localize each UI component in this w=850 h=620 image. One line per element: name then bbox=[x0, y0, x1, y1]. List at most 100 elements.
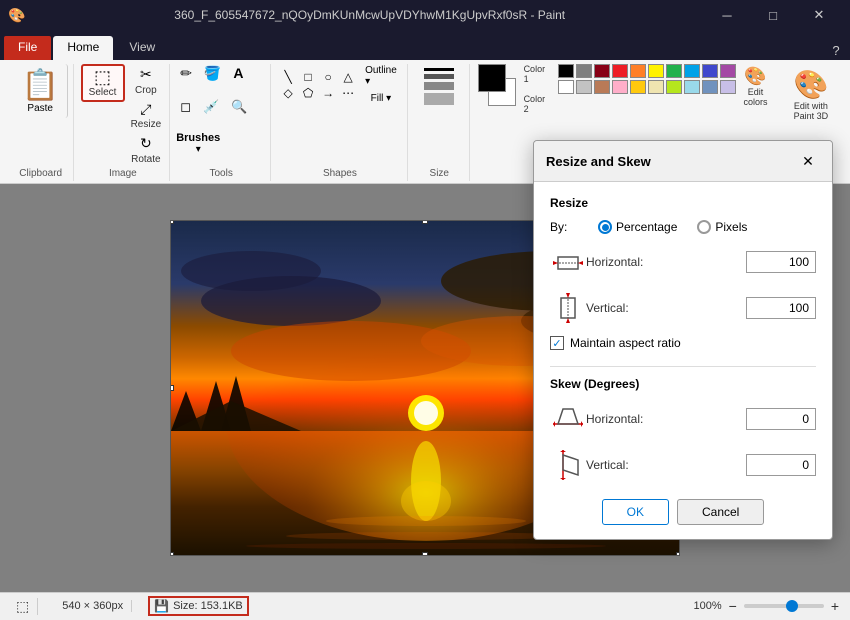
resize-horizontal-row: Horizontal: bbox=[550, 244, 816, 280]
color-swatch[interactable] bbox=[720, 64, 736, 78]
color-swatch[interactable] bbox=[684, 80, 700, 94]
color-swatch[interactable] bbox=[648, 64, 664, 78]
color-swatch[interactable] bbox=[558, 64, 574, 78]
skew-v-input[interactable] bbox=[746, 454, 816, 476]
color1-box[interactable] bbox=[478, 64, 506, 92]
color-swatch[interactable] bbox=[720, 80, 736, 94]
image-items: ⬚ Select ✂ Crop ⤢ Resize ↻ Rotate bbox=[81, 64, 166, 166]
close-button[interactable]: ✕ bbox=[796, 0, 842, 30]
color-swatch[interactable] bbox=[612, 64, 628, 78]
percentage-radio[interactable]: Percentage bbox=[598, 220, 677, 234]
window-controls: ─ □ ✕ bbox=[704, 0, 842, 30]
shape-arrow[interactable]: → bbox=[319, 86, 337, 100]
eraser-button[interactable]: ◻ bbox=[176, 98, 195, 116]
shape-pentagon[interactable]: ⬠ bbox=[299, 86, 317, 100]
color-swatch[interactable] bbox=[576, 80, 592, 94]
resize-button[interactable]: ⤢ Resize bbox=[127, 99, 166, 132]
resize-section-label: Resize bbox=[550, 196, 816, 210]
tab-file[interactable]: File bbox=[4, 36, 51, 60]
color-swatch[interactable] bbox=[630, 64, 646, 78]
maintain-aspect-checkbox[interactable] bbox=[550, 336, 564, 350]
size-2[interactable] bbox=[424, 74, 454, 79]
skew-v-label: Vertical: bbox=[586, 458, 746, 472]
swatches-row-2 bbox=[558, 80, 736, 94]
tab-home[interactable]: Home bbox=[53, 36, 113, 60]
edit-colors-icon: 🎨 bbox=[744, 66, 766, 87]
color-swatch[interactable] bbox=[558, 80, 574, 94]
help-button[interactable]: ? bbox=[826, 40, 846, 60]
eraser-icon: ◻ bbox=[180, 99, 191, 115]
resize-h-icon bbox=[553, 247, 583, 277]
shape-diamond[interactable]: ◇ bbox=[279, 86, 297, 100]
shapes-group-label: Shapes bbox=[323, 168, 357, 181]
status-size-label: Size: 153.1KB bbox=[173, 600, 243, 612]
zoom-slider[interactable] bbox=[744, 604, 824, 608]
shapes-items: ╲ □ ○ △ ◇ ⬠ → ⋯ Outline ▾ Fill ▾ bbox=[279, 64, 401, 166]
percentage-radio-circle[interactable] bbox=[598, 220, 612, 234]
skew-h-input[interactable] bbox=[746, 408, 816, 430]
ok-button[interactable]: OK bbox=[602, 499, 669, 525]
shape-triangle[interactable]: △ bbox=[339, 70, 357, 84]
shape-rect[interactable]: □ bbox=[299, 70, 317, 84]
shape-ellipse[interactable]: ○ bbox=[319, 70, 337, 84]
rotate-button[interactable]: ↻ Rotate bbox=[127, 133, 166, 166]
resize-icon: ⤢ bbox=[140, 100, 151, 120]
cancel-button[interactable]: Cancel bbox=[677, 499, 764, 525]
color-swatch[interactable] bbox=[648, 80, 664, 94]
dialog-close-button[interactable]: ✕ bbox=[796, 149, 820, 173]
color-swatch[interactable] bbox=[630, 80, 646, 94]
resize-vertical-row: Vertical: bbox=[550, 290, 816, 326]
shape-line[interactable]: ╲ bbox=[279, 70, 297, 84]
minimize-button[interactable]: ─ bbox=[704, 0, 750, 30]
resize-v-icon bbox=[553, 293, 583, 323]
color-swatch[interactable] bbox=[702, 64, 718, 78]
fill-button[interactable]: 🪣 bbox=[200, 64, 225, 83]
brushes-label: Brushes bbox=[176, 132, 220, 144]
size-1[interactable] bbox=[424, 68, 454, 71]
handle-bot-right[interactable] bbox=[676, 552, 680, 556]
handle-top-left[interactable] bbox=[170, 220, 174, 224]
color-swatch[interactable] bbox=[594, 64, 610, 78]
maximize-button[interactable]: □ bbox=[750, 0, 796, 30]
outline-label: Outline ▾ bbox=[365, 65, 397, 87]
handle-bot-left[interactable] bbox=[170, 552, 174, 556]
magnifier-icon: 🔍 bbox=[231, 99, 247, 115]
handle-top-mid[interactable] bbox=[422, 220, 428, 224]
color-swatch[interactable] bbox=[594, 80, 610, 94]
color-swatch[interactable] bbox=[666, 64, 682, 78]
pixels-radio[interactable]: Pixels bbox=[697, 220, 747, 234]
zoom-out-button[interactable]: − bbox=[726, 598, 740, 614]
paste-button[interactable]: 📋 Paste bbox=[14, 64, 68, 118]
tab-view[interactable]: View bbox=[115, 36, 169, 60]
fill-shape-button[interactable]: Fill ▾ bbox=[361, 92, 401, 105]
edit-colors-button[interactable]: 🎨 Edit colors bbox=[740, 64, 772, 109]
color-swatch[interactable] bbox=[684, 64, 700, 78]
shape-more[interactable]: ⋯ bbox=[339, 86, 357, 100]
zoom-in-button[interactable]: + bbox=[828, 598, 842, 614]
handle-bot-mid[interactable] bbox=[422, 552, 428, 556]
resize-v-input[interactable] bbox=[746, 297, 816, 319]
select-button[interactable]: ⬚ Select bbox=[81, 64, 125, 102]
size-group: Size bbox=[410, 64, 470, 181]
edit-with-paint3d-button[interactable]: 🎨 Edit with Paint 3D bbox=[785, 64, 836, 125]
crop-button[interactable]: ✂ Crop bbox=[127, 64, 166, 97]
clipboard-items: 📋 Paste bbox=[14, 64, 68, 166]
size-4[interactable] bbox=[424, 93, 454, 105]
color-swatch[interactable] bbox=[576, 64, 592, 78]
color-swatch[interactable] bbox=[702, 80, 718, 94]
handle-mid-left[interactable] bbox=[170, 385, 174, 391]
pencil-button[interactable]: ✏ bbox=[176, 64, 196, 83]
magnifier-button[interactable]: 🔍 bbox=[227, 98, 251, 116]
paste-label: Paste bbox=[27, 103, 53, 114]
zoom-area: 100% − + bbox=[693, 598, 842, 614]
pixels-radio-circle[interactable] bbox=[697, 220, 711, 234]
color-swatch[interactable] bbox=[666, 80, 682, 94]
text-button[interactable]: A bbox=[229, 64, 247, 82]
outline-button[interactable]: Outline ▾ bbox=[361, 64, 401, 88]
eyedropper-icon: 💉 bbox=[203, 99, 219, 115]
eyedropper-button[interactable]: 💉 bbox=[199, 98, 223, 116]
status-dimensions-item: 540 × 360px bbox=[54, 600, 132, 612]
size-3[interactable] bbox=[424, 82, 454, 90]
color-swatch[interactable] bbox=[612, 80, 628, 94]
resize-h-input[interactable] bbox=[746, 251, 816, 273]
